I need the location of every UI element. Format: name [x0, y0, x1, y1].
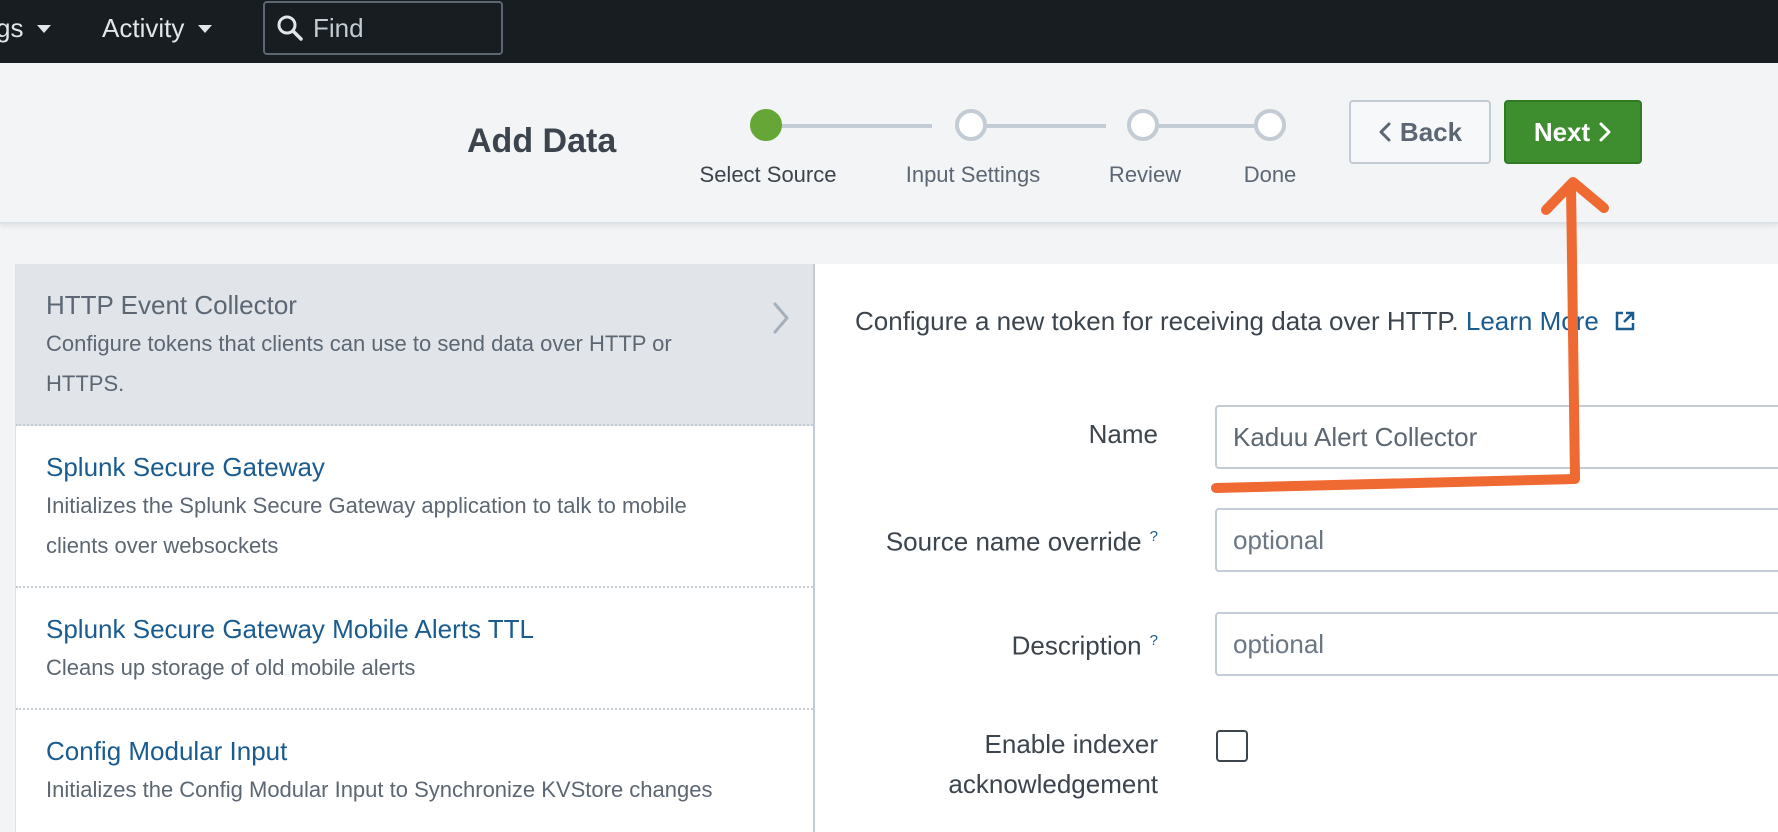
step-review-label: Review [1108, 162, 1182, 187]
step-select-source-dot [750, 109, 782, 141]
page-title: Add Data [467, 122, 617, 160]
activity-menu[interactable]: Activity [102, 12, 213, 44]
source-item-desc: Cleans up storage of old mobile alerts [46, 655, 416, 680]
next-button[interactable]: Next [1504, 100, 1642, 164]
step-connector [986, 124, 1106, 128]
source-item-title: Splunk Secure Gateway Mobile Alerts TTL [46, 614, 534, 644]
source-item-title: Config Modular Input [46, 736, 288, 766]
source-item-desc: Initializes the Config Modular Input to … [46, 777, 713, 802]
step-connector [1158, 124, 1256, 128]
back-button-label: Back [1399, 116, 1463, 147]
external-link-icon [1615, 311, 1635, 331]
settings-menu[interactable]: gs [0, 12, 52, 44]
settings-menu-label: gs [0, 12, 24, 43]
next-button-label: Next [1533, 116, 1591, 147]
ack-label-line1: Enable indexer [984, 729, 1158, 759]
ack-label: Enable indexer acknowledgement [948, 724, 1158, 804]
intro-sentence: Configure a new token for receiving data… [855, 306, 1459, 336]
source-item-title: Splunk Secure Gateway [46, 452, 325, 482]
source-item-desc: Initializes the Splunk Secure Gateway ap… [46, 493, 687, 558]
search-icon [277, 15, 303, 41]
learn-more-label: Learn More [1465, 306, 1599, 336]
activity-menu-label: Activity [102, 12, 185, 43]
step-done-label: Done [1243, 162, 1297, 187]
description-input[interactable] [1215, 612, 1778, 676]
source-item-splunk-secure-gateway[interactable]: Splunk Secure Gateway Initializes the Sp… [16, 426, 813, 588]
caret-down-icon [198, 25, 213, 33]
name-input[interactable] [1215, 405, 1778, 469]
step-connector [782, 124, 932, 128]
source-item-desc: Configure tokens that clients can use to… [46, 331, 672, 396]
chevron-left-icon [1379, 122, 1391, 142]
chevron-right-icon [1599, 122, 1611, 142]
name-label-text: Name [1088, 419, 1158, 449]
add-data-header: Add Data Select Source Input Settings Re… [0, 63, 1778, 224]
find-box[interactable] [263, 1, 503, 55]
source-item-config-modular-input[interactable]: Config Modular Input Initializes the Con… [16, 710, 813, 832]
step-review-dot [1127, 109, 1159, 141]
intro-text: Configure a new token for receiving data… [855, 306, 1636, 337]
name-label: Name [1089, 414, 1158, 454]
step-input-settings-dot [955, 109, 987, 141]
source-item-title: HTTP Event Collector [46, 290, 297, 320]
learn-more-link[interactable]: Learn More [1466, 306, 1636, 336]
step-select-source-label: Select Source [699, 162, 837, 187]
source-override-label-text: Source name override [885, 526, 1142, 557]
description-label: Description? [1012, 621, 1158, 666]
help-icon[interactable]: ? [1150, 528, 1158, 545]
help-icon[interactable]: ? [1150, 632, 1158, 649]
step-done-dot [1254, 109, 1286, 141]
indexer-ack-checkbox[interactable] [1216, 730, 1248, 762]
source-override-input[interactable] [1215, 508, 1778, 572]
top-nav-bar: gs Activity [0, 0, 1778, 63]
step-input-settings-label: Input Settings [905, 162, 1041, 187]
chevron-right-icon [773, 302, 789, 334]
description-label-text: Description [1011, 630, 1142, 661]
find-input[interactable] [313, 12, 483, 44]
source-item-http-event-collector[interactable]: HTTP Event Collector Configure tokens th… [16, 264, 813, 426]
caret-down-icon [37, 25, 52, 33]
ack-label-line2: acknowledgement [948, 769, 1158, 799]
source-item-mobile-alerts-ttl[interactable]: Splunk Secure Gateway Mobile Alerts TTL … [16, 588, 813, 710]
token-config-panel: Configure a new token for receiving data… [815, 264, 1778, 832]
source-override-label: Source name override? [886, 517, 1158, 562]
source-list: HTTP Event Collector Configure tokens th… [15, 264, 815, 832]
back-button[interactable]: Back [1349, 100, 1491, 164]
